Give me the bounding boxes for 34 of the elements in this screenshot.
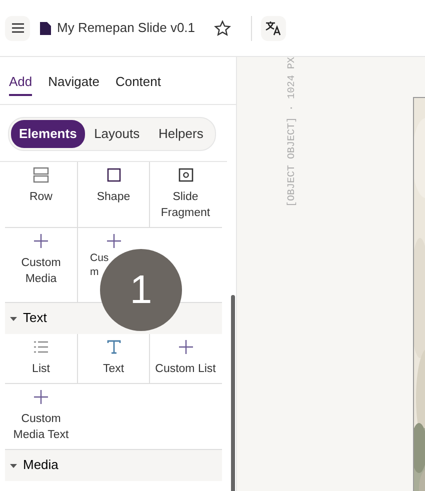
star-icon[interactable] [214, 20, 232, 36]
tile-label[interactable]: Shape [96, 188, 130, 204]
tile-label[interactable]: List [32, 360, 50, 376]
document-icon [40, 22, 51, 34]
tab[interactable]: Content [115, 72, 161, 96]
tile-label[interactable]: Text [102, 360, 124, 376]
menu-button[interactable] [5, 16, 30, 40]
plus-icon [33, 232, 49, 248]
plus-icon [178, 338, 194, 354]
scrollbar[interactable] [231, 295, 235, 491]
row-icon [33, 166, 49, 182]
menu-icon[interactable] [12, 23, 24, 33]
tile-label[interactable]: Cus m [90, 250, 109, 278]
section-header[interactable]: Media [5, 450, 222, 480]
tile-label[interactable]: Custom Media Text [7, 410, 75, 442]
translate-icon[interactable] [265, 20, 282, 36]
segment-tab[interactable]: Helpers [148, 120, 213, 148]
tile-label[interactable]: Custom List [155, 360, 216, 376]
plus-icon [106, 232, 122, 248]
tile-label[interactable]: Custom Media [7, 254, 75, 286]
plus-icon [33, 388, 49, 404]
ruler-label: [OBJECT OBJECT] · 1024 PX [286, 57, 299, 208]
fragment-icon [178, 166, 194, 182]
tab[interactable]: Add [9, 72, 32, 96]
tile-label[interactable]: Slide Fragment [152, 188, 219, 220]
segment-tab[interactable]: Elements [11, 120, 85, 148]
segment-tab[interactable]: Layouts [84, 120, 149, 148]
square-icon [106, 166, 122, 182]
document-title: My Remepan Slide v0.1 [57, 19, 196, 38]
translate-button[interactable] [261, 16, 286, 40]
text-icon [106, 338, 122, 354]
list-icon [33, 338, 49, 354]
tab[interactable]: Navigate [48, 72, 100, 96]
tile-label[interactable]: Row [29, 188, 52, 204]
